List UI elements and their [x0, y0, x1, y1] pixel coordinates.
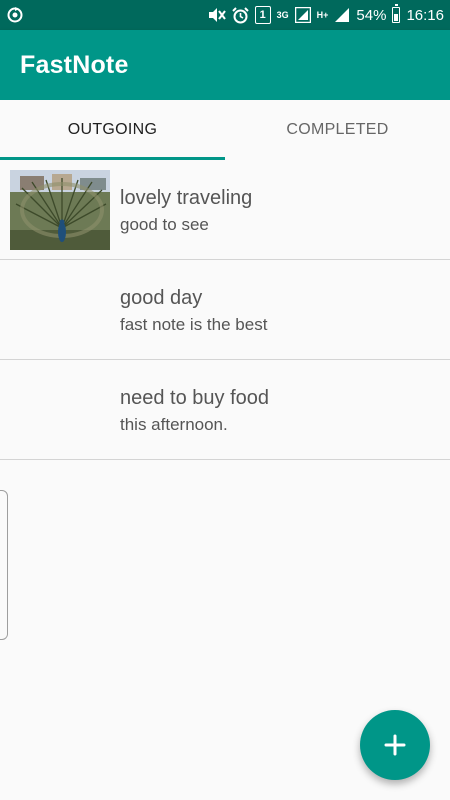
app-bar: FastNote — [0, 30, 450, 100]
note-thumbnail — [10, 170, 110, 250]
app-title: FastNote — [20, 51, 129, 79]
note-title: good day — [120, 287, 203, 309]
list-item[interactable]: need to buy food this afternoon. — [0, 360, 450, 460]
note-subtitle: this afternoon. — [120, 415, 228, 434]
tab-completed[interactable]: COMPLETED — [225, 100, 450, 160]
status-bar: 1 3G H+ 54% 16:16 — [0, 0, 450, 30]
alarm-icon — [231, 6, 249, 23]
signal-bars-icon — [335, 8, 350, 22]
note-title: lovely traveling — [120, 187, 253, 209]
tab-bar: OUTGOING COMPLETED — [0, 100, 450, 160]
status-icons: 1 3G H+ 54% 16:16 — [208, 0, 444, 30]
sim-icon: 1 — [254, 6, 271, 24]
tab-outgoing[interactable]: OUTGOING — [0, 100, 225, 160]
battery-icon — [392, 4, 401, 23]
signal-icon — [294, 7, 311, 23]
plus-icon — [384, 734, 406, 756]
note-title: need to buy food — [120, 387, 270, 409]
note-list: lovely traveling good to see good day fa… — [0, 160, 450, 460]
sync-icon — [7, 7, 23, 23]
data-label: H+ — [316, 9, 329, 20]
peacock-photo — [10, 170, 110, 250]
list-item[interactable]: good day fast note is the best — [0, 260, 450, 360]
list-item[interactable]: lovely traveling good to see — [0, 160, 450, 260]
moon-icon[interactable] — [406, 51, 436, 81]
battery-percent: 54% — [356, 6, 387, 24]
add-note-button[interactable] — [360, 710, 430, 780]
drawer-handle[interactable] — [0, 490, 8, 640]
note-subtitle: fast note is the best — [120, 315, 268, 334]
clock: 16:16 — [406, 6, 444, 24]
network-label: 3G — [276, 9, 289, 20]
mute-icon — [208, 8, 226, 22]
note-subtitle: good to see — [120, 215, 209, 234]
